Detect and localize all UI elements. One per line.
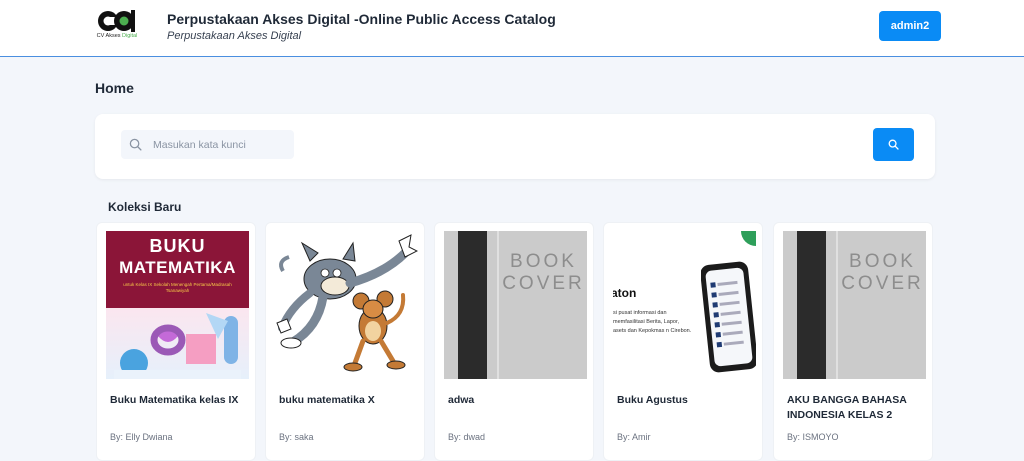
book-cover-placeholder[interactable]: BOOK COVER	[444, 231, 587, 379]
cover-divider	[497, 231, 499, 379]
book-title[interactable]: AKU BANGGA BAHASA INDONESIA KELAS 2	[787, 393, 925, 423]
book-card[interactable]: BUKU MATEMATIKA untuk Kelas IX Sekolah M…	[96, 222, 256, 461]
cover-placeholder-word1: BOOK	[849, 251, 916, 272]
user-account-button[interactable]: admin2	[879, 11, 941, 41]
search-input[interactable]	[153, 130, 291, 159]
cover-placeholder-word2: COVER	[841, 273, 924, 294]
top-header: CV Akses Digital Perpustakaan Akses Digi…	[0, 0, 1024, 57]
book-title[interactable]: adwa	[448, 393, 586, 408]
book-card[interactable]: BOOK COVER AKU BANGGA BAHASA INDONESIA K…	[773, 222, 933, 461]
logo-caption: CV Akses Digital	[93, 33, 141, 39]
cover-corner-accent	[741, 231, 756, 246]
book-card[interactable]: BOOK COVER adwa By: dwad	[434, 222, 594, 461]
cover-text-line3: untuk Kelas IX Sekolah Menengah Pertama/…	[123, 282, 232, 293]
book-card[interactable]: buku matematika X By: saka	[265, 222, 425, 461]
search-icon	[129, 138, 142, 151]
app-subtitle: Perpustakaan Akses Digital	[167, 30, 302, 42]
cover-text-line1: BUKU	[149, 236, 206, 256]
cover-heading: aton	[613, 286, 637, 300]
app-logo[interactable]: CV Akses Digital	[93, 8, 141, 48]
book-title[interactable]: Buku Agustus	[617, 393, 755, 408]
book-author: By: Amir	[617, 432, 651, 442]
book-author: By: saka	[279, 432, 314, 442]
cover-text-line2: MATEMATIKA	[119, 258, 236, 277]
cartoon-cat-mouse-illustration	[276, 234, 418, 372]
book-author: By: Elly Dwiana	[110, 432, 173, 442]
book-cover-placeholder[interactable]: BOOK COVER	[783, 231, 926, 379]
search-icon	[888, 139, 899, 150]
cover-divider	[836, 231, 838, 379]
cover-placeholder-word1: BOOK	[510, 251, 577, 272]
page-title: Home	[95, 80, 134, 96]
book-cover-image[interactable]: BUKU MATEMATIKA untuk Kelas IX Sekolah M…	[106, 231, 249, 379]
cover-spine	[458, 231, 487, 379]
book-cover-image[interactable]	[275, 231, 418, 379]
search-box[interactable]	[121, 130, 294, 159]
book-card[interactable]: aton si pusat informasi dan memfasilitas…	[603, 222, 763, 461]
book-title[interactable]: Buku Matematika kelas IX	[110, 393, 248, 408]
book-title[interactable]: buku matematika X	[279, 393, 417, 408]
book-author: By: ISMOYO	[787, 432, 839, 442]
smartphone-illustration	[701, 261, 756, 373]
cover-spine	[797, 231, 826, 379]
search-button[interactable]	[873, 128, 914, 161]
logo-text: CV Akses	[96, 33, 123, 39]
book-cover-image[interactable]: aton si pusat informasi dan memfasilitas…	[613, 231, 756, 379]
app-title: Perpustakaan Akses Digital -Online Publi…	[167, 11, 556, 27]
cover-text: si pusat informasi dan memfasilitasi Ber…	[613, 310, 692, 334]
cover-placeholder-word2: COVER	[502, 273, 585, 294]
book-author: By: dwad	[448, 432, 486, 442]
logo-text-accent: Digital	[122, 33, 138, 39]
logo-mark-icon	[98, 10, 135, 32]
section-title-new-collection: Koleksi Baru	[108, 200, 182, 214]
search-card	[95, 114, 935, 179]
cover-3d-shapes-illustration	[114, 313, 241, 379]
